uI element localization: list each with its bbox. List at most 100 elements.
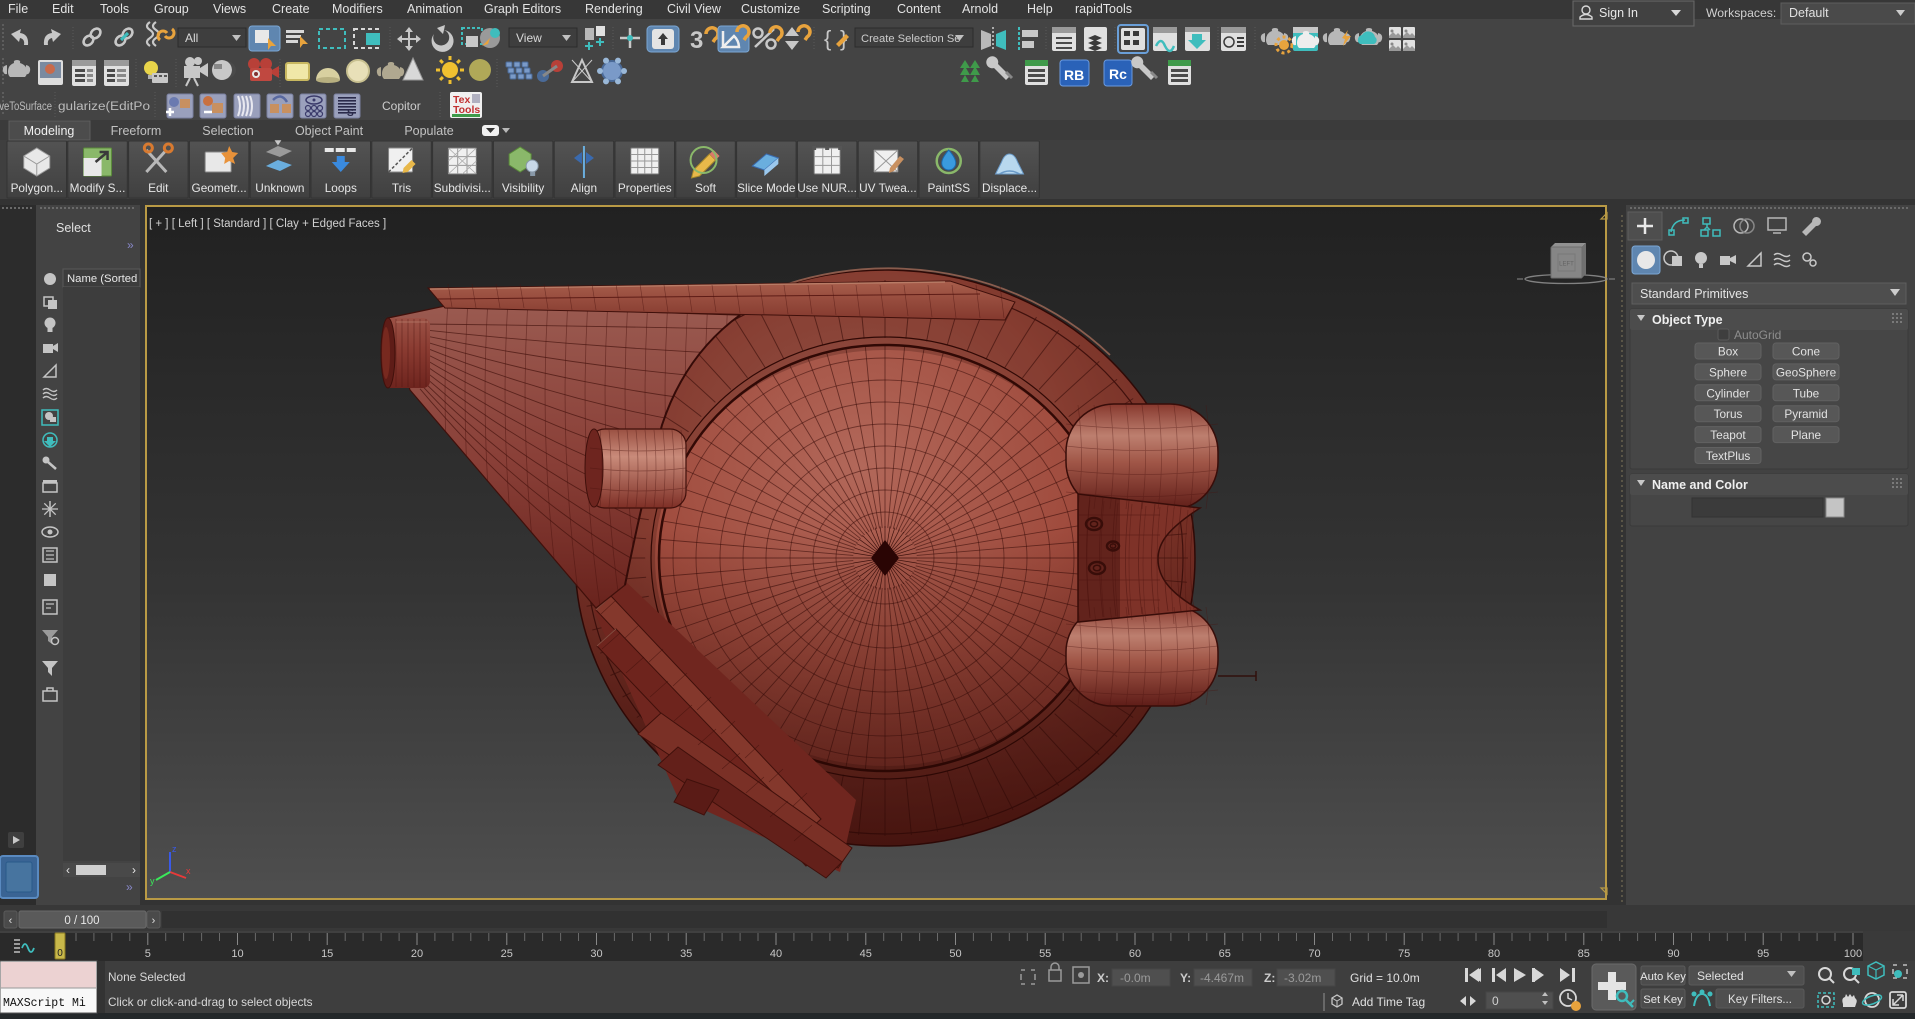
svg-text:Box: Box (1718, 345, 1738, 359)
svg-text:Civil View: Civil View (667, 2, 722, 16)
svg-text:Cylinder: Cylinder (1706, 386, 1749, 400)
svg-text:Loops: Loops (325, 181, 357, 195)
svg-text:Object Type: Object Type (1652, 313, 1723, 327)
svg-text:AutoGrid: AutoGrid (1734, 328, 1781, 342)
svg-text:15: 15 (321, 948, 333, 960)
svg-text:Rc: Rc (1109, 66, 1127, 82)
svg-text:3: 3 (690, 27, 703, 54)
svg-text:Rendering: Rendering (585, 2, 643, 16)
svg-text:Add Time Tag: Add Time Tag (1352, 995, 1425, 1009)
svg-text:Default: Default (1789, 6, 1829, 20)
svg-text:›: › (132, 863, 136, 877)
svg-text:RB: RB (1064, 67, 1084, 83)
svg-text:0 / 100: 0 / 100 (64, 915, 99, 927)
svg-text:5: 5 (145, 948, 151, 960)
svg-text:Properties: Properties (618, 181, 672, 195)
svg-text:Soft: Soft (695, 181, 717, 195)
svg-text:Animation: Animation (407, 2, 463, 16)
svg-text:Z:: Z: (1264, 971, 1275, 985)
svg-text:Displace...: Displace... (982, 181, 1037, 195)
svg-text:File: File (8, 2, 28, 16)
svg-text:[ + ] [ Left ] [ Standard ] [: [ + ] [ Left ] [ Standard ] [ Clay + Edg… (149, 218, 386, 230)
svg-text:Sign In: Sign In (1599, 6, 1638, 20)
svg-text:Freeform: Freeform (111, 124, 162, 138)
svg-text:Click or click-and-drag to sel: Click or click-and-drag to select object… (108, 995, 313, 1009)
svg-text:80: 80 (1488, 948, 1500, 960)
svg-text:Copitor: Copitor (382, 99, 421, 113)
svg-text:Align: Align (571, 181, 597, 195)
svg-text:Polygon...: Polygon... (11, 181, 63, 195)
svg-text:10: 10 (231, 948, 243, 960)
svg-text:y: y (150, 876, 155, 886)
svg-text:X:: X: (1097, 971, 1109, 985)
svg-text:Customize: Customize (741, 2, 800, 16)
svg-text:95: 95 (1757, 948, 1769, 960)
svg-text:Cone: Cone (1792, 345, 1821, 359)
svg-text:50: 50 (949, 948, 961, 960)
svg-text:Help: Help (1027, 2, 1053, 16)
svg-text:Select: Select (56, 221, 91, 235)
svg-text:Name and Color: Name and Color (1652, 478, 1748, 492)
svg-text:Populate: Populate (404, 124, 453, 138)
svg-text:-4.467m: -4.467m (1200, 971, 1244, 985)
svg-text:100: 100 (1844, 948, 1862, 960)
svg-text:Use NUR...: Use NUR... (797, 181, 857, 195)
svg-text:40: 40 (770, 948, 782, 960)
svg-text:-3.02m: -3.02m (1284, 971, 1321, 985)
svg-text:Name (Sorted: Name (Sorted (67, 273, 144, 285)
svg-text:Auto Key: Auto Key (1640, 971, 1686, 983)
svg-text:25: 25 (501, 948, 513, 960)
svg-text:Key Filters...: Key Filters... (1728, 994, 1792, 1006)
svg-text:Modeling: Modeling (24, 124, 75, 138)
svg-text:z: z (172, 844, 177, 854)
svg-text:Visibility: Visibility (502, 181, 544, 195)
svg-text:Tube: Tube (1793, 386, 1820, 400)
svg-text:Slice Mode: Slice Mode (737, 181, 796, 195)
svg-text:75: 75 (1398, 948, 1410, 960)
svg-text:Pyramid: Pyramid (1784, 407, 1827, 421)
svg-text:LEFT: LEFT (1559, 262, 1574, 268)
svg-text:Grid = 10.0m: Grid = 10.0m (1350, 971, 1420, 985)
svg-text:Plane: Plane (1791, 428, 1822, 442)
svg-text:Subdivisi...: Subdivisi... (434, 181, 491, 195)
svg-text:Create: Create (272, 2, 310, 16)
svg-text:Tools: Tools (100, 2, 129, 16)
svg-text:45: 45 (860, 948, 872, 960)
svg-text:Graph Editors: Graph Editors (484, 2, 561, 16)
svg-text:‹: ‹ (66, 863, 70, 877)
svg-text:Arnold: Arnold (962, 2, 998, 16)
svg-text:85: 85 (1578, 948, 1590, 960)
svg-text:All: All (185, 31, 198, 45)
svg-text:gularize(EditPo: gularize(EditPo (58, 101, 150, 113)
svg-text:Edit: Edit (52, 2, 74, 16)
svg-text:GeoSphere: GeoSphere (1776, 365, 1837, 379)
svg-text:Content: Content (897, 2, 941, 16)
svg-text:-0.0m: -0.0m (1120, 971, 1151, 985)
svg-text:30: 30 (590, 948, 602, 960)
svg-text:S: S (347, 108, 354, 119)
svg-text:View: View (516, 31, 542, 45)
svg-text:90: 90 (1667, 948, 1679, 960)
svg-text:20: 20 (411, 948, 423, 960)
svg-text:»: » (127, 238, 134, 252)
svg-text:55: 55 (1039, 948, 1051, 960)
svg-text:Create Selection Se: Create Selection Se (861, 33, 961, 45)
svg-text:Torus: Torus (1714, 407, 1743, 421)
svg-text:Selection: Selection (202, 124, 253, 138)
svg-text:UV Twea...: UV Twea... (859, 181, 916, 195)
svg-text:35: 35 (680, 948, 692, 960)
svg-text:Selected: Selected (1697, 969, 1744, 983)
svg-text:70: 70 (1308, 948, 1320, 960)
svg-text:Standard Primitives: Standard Primitives (1640, 287, 1748, 301)
svg-text:Modifiers: Modifiers (332, 2, 383, 16)
svg-text:Y:: Y: (1180, 971, 1191, 985)
svg-text:Set Key: Set Key (1643, 994, 1683, 1006)
svg-text:MAXScript Mi: MAXScript Mi (3, 997, 93, 1010)
svg-text:TextPlus: TextPlus (1706, 449, 1751, 463)
svg-text:0: 0 (1492, 994, 1499, 1008)
svg-text:Scripting: Scripting (822, 2, 871, 16)
svg-text:Teapot: Teapot (1710, 428, 1746, 442)
svg-text:PaintSS: PaintSS (927, 181, 970, 195)
svg-text:MoveToSurface: MoveToSurface (0, 101, 52, 113)
svg-text:Sphere: Sphere (1709, 365, 1747, 379)
